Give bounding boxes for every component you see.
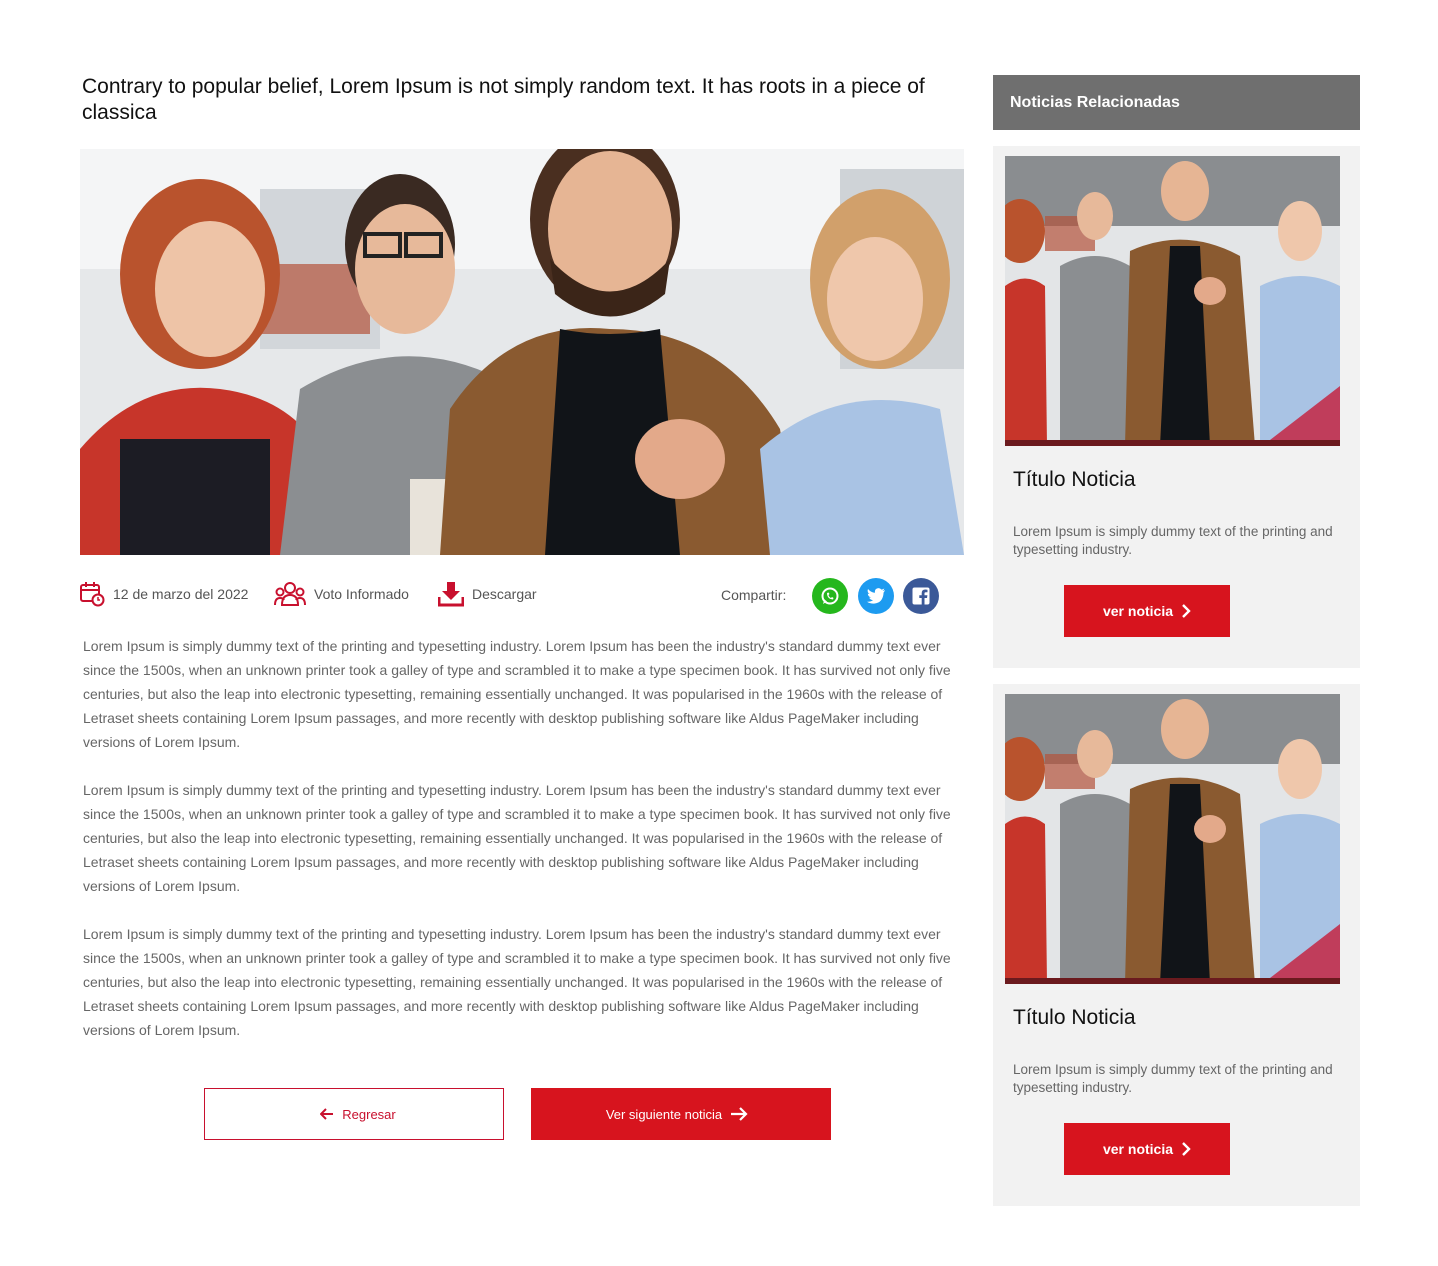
article-paragraph: Lorem Ipsum is simply dummy text of the … bbox=[83, 782, 951, 894]
card-title: Título Noticia bbox=[1013, 1006, 1136, 1029]
card-title: Título Noticia bbox=[1013, 468, 1136, 491]
coworkers-photo bbox=[80, 149, 964, 555]
category-text: Voto Informado bbox=[314, 586, 409, 602]
next-article-button[interactable]: Ver siguiente noticia bbox=[531, 1088, 831, 1140]
download-label: Descargar bbox=[472, 586, 537, 602]
share-twitter-button[interactable] bbox=[858, 578, 894, 614]
twitter-icon bbox=[867, 588, 885, 604]
whatsapp-icon bbox=[821, 587, 839, 605]
share-label: Compartir: bbox=[721, 587, 787, 603]
view-news-button[interactable]: ver noticia bbox=[1064, 1123, 1230, 1175]
calendar-icon bbox=[80, 582, 105, 607]
download-link[interactable]: Descargar bbox=[438, 580, 537, 608]
related-news-card: Título Noticia Lorem Ipsum is simply dum… bbox=[993, 684, 1360, 1206]
coworkers-thumbnail bbox=[1005, 156, 1340, 446]
chevron-right-icon bbox=[1182, 604, 1191, 618]
related-news-card: Título Noticia Lorem Ipsum is simply dum… bbox=[993, 146, 1360, 668]
card-text: Lorem Ipsum is simply dummy text of the … bbox=[1013, 1062, 1333, 1095]
arrow-left-icon bbox=[320, 1108, 334, 1120]
next-button-label: Ver siguiente noticia bbox=[605, 1106, 723, 1122]
article-paragraph: Lorem Ipsum is simply dummy text of the … bbox=[83, 638, 951, 750]
category-tag[interactable]: Voto Informado bbox=[274, 580, 409, 608]
card-image[interactable] bbox=[1005, 156, 1340, 446]
view-news-label: ver noticia bbox=[1102, 603, 1174, 619]
back-button-label: Regresar bbox=[342, 1106, 396, 1122]
share-facebook-button[interactable] bbox=[903, 578, 939, 614]
card-image[interactable] bbox=[1005, 694, 1340, 984]
card-text: Lorem Ipsum is simply dummy text of the … bbox=[1013, 524, 1333, 557]
share-whatsapp-button[interactable] bbox=[812, 578, 848, 614]
view-news-label: ver noticia bbox=[1102, 1141, 1174, 1157]
date-text: 12 de marzo del 2022 bbox=[113, 586, 249, 602]
article-title: Contrary to popular belief, Lorem Ipsum … bbox=[82, 75, 925, 124]
article-paragraph: Lorem Ipsum is simply dummy text of the … bbox=[83, 926, 951, 1038]
back-button[interactable]: Regresar bbox=[204, 1088, 504, 1140]
view-news-button[interactable]: ver noticia bbox=[1064, 585, 1230, 637]
hero-image bbox=[80, 149, 964, 555]
publish-date: 12 de marzo del 2022 bbox=[79, 580, 248, 608]
facebook-icon bbox=[912, 587, 930, 605]
related-news-header: Noticias Relacionadas bbox=[993, 75, 1360, 130]
chevron-right-icon bbox=[1182, 1142, 1191, 1156]
arrow-right-icon bbox=[731, 1107, 748, 1121]
group-icon bbox=[274, 582, 306, 606]
download-icon bbox=[438, 582, 464, 607]
coworkers-thumbnail bbox=[1005, 694, 1340, 984]
